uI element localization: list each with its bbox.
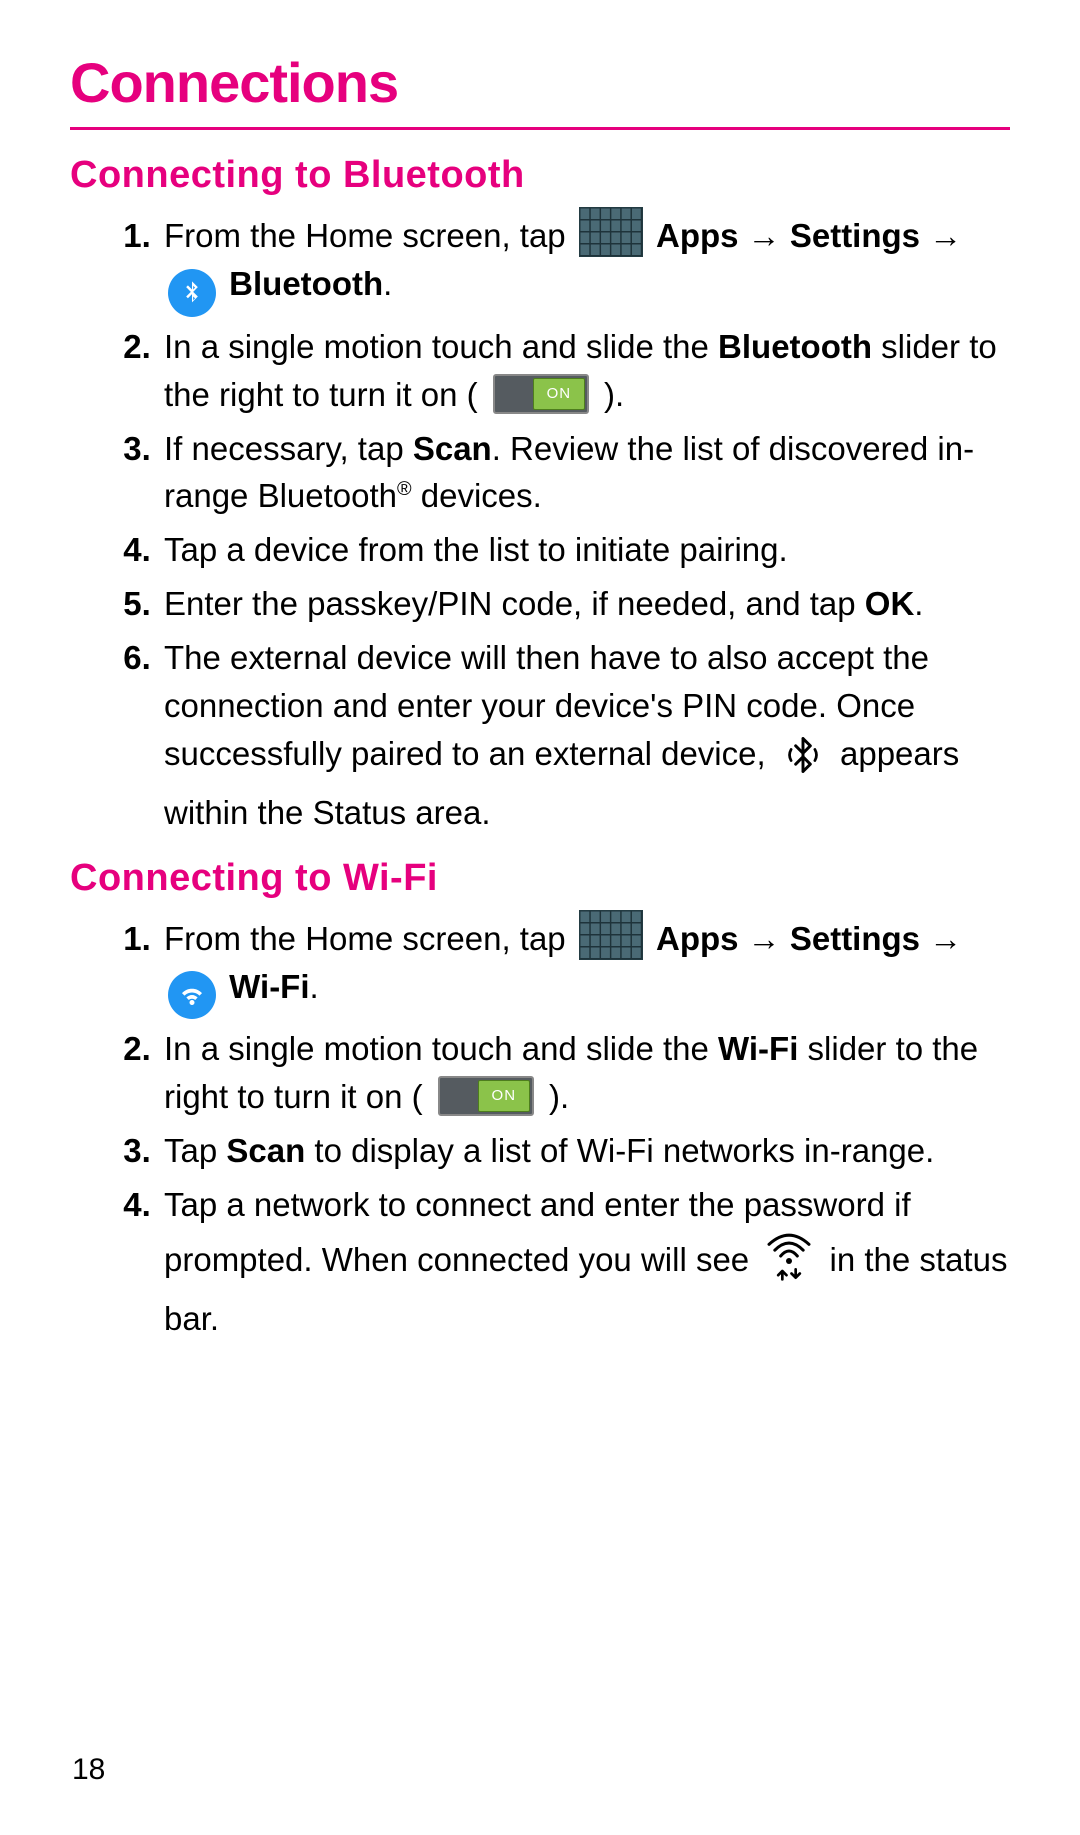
- bluetooth-label: Bluetooth: [229, 265, 383, 302]
- text: devices.: [412, 477, 542, 514]
- wifi-label: Wi-Fi: [229, 968, 309, 1005]
- apps-grid-icon: [579, 910, 643, 960]
- toggle-knob: ON: [533, 378, 585, 410]
- bt-step-3: If necessary, tap Scan. Review the list …: [160, 425, 1010, 521]
- wifi-icon: [168, 971, 216, 1019]
- bt-step-4: Tap a device from the list to initiate p…: [160, 526, 1010, 574]
- bold-text: Wi-Fi: [718, 1030, 798, 1067]
- arrow-icon: →: [748, 920, 790, 957]
- text: ).: [604, 376, 624, 413]
- apps-label: Apps: [656, 217, 739, 254]
- toggle-on-icon: ON: [438, 1076, 534, 1116]
- apps-label: Apps: [656, 920, 739, 957]
- text: ).: [549, 1078, 569, 1115]
- arrow-icon: →: [748, 217, 790, 254]
- bluetooth-paired-status-icon: [781, 733, 825, 790]
- arrow-icon: →: [929, 920, 962, 957]
- bold-text: Bluetooth: [718, 328, 872, 365]
- wifi-connected-status-icon: [764, 1229, 814, 1296]
- wifi-step-1: From the Home screen, tap Apps → Setting…: [160, 910, 1010, 1019]
- text: In a single motion touch and slide the: [164, 328, 718, 365]
- wifi-step-4: Tap a network to connect and enter the p…: [160, 1181, 1010, 1344]
- apps-grid-icon: [579, 207, 643, 257]
- bold-text: Scan: [413, 430, 492, 467]
- text: Tap: [164, 1132, 226, 1169]
- section-heading-wifi: Connecting to Wi-Fi: [70, 857, 1010, 900]
- title-divider: [70, 127, 1010, 130]
- steps-bluetooth: From the Home screen, tap Apps → Setting…: [70, 207, 1010, 837]
- steps-wifi: From the Home screen, tap Apps → Setting…: [70, 910, 1010, 1343]
- toggle-on-icon: ON: [493, 374, 589, 414]
- bt-step-1: From the Home screen, tap Apps → Setting…: [160, 207, 1010, 317]
- bt-step-6: The external device will then have to al…: [160, 634, 1010, 837]
- text: .: [914, 585, 923, 622]
- bluetooth-icon: [168, 269, 216, 317]
- bold-text: OK: [865, 585, 915, 622]
- bt-step-5: Enter the passkey/PIN code, if needed, a…: [160, 580, 1010, 628]
- arrow-icon: →: [929, 217, 962, 254]
- toggle-knob: ON: [478, 1080, 530, 1112]
- period: .: [310, 968, 319, 1005]
- bt-step-2: In a single motion touch and slide the B…: [160, 323, 1010, 419]
- settings-label: Settings: [790, 920, 920, 957]
- text: In a single motion touch and slide the: [164, 1030, 718, 1067]
- section-heading-bluetooth: Connecting to Bluetooth: [70, 154, 1010, 197]
- settings-label: Settings: [790, 217, 920, 254]
- text: From the Home screen, tap: [164, 920, 575, 957]
- page-number: 18: [72, 1753, 105, 1787]
- wifi-step-3: Tap Scan to display a list of Wi-Fi netw…: [160, 1127, 1010, 1175]
- period: .: [383, 265, 392, 302]
- page-title: Connections: [70, 50, 1010, 115]
- registered-mark: ®: [397, 478, 412, 500]
- text: From the Home screen, tap: [164, 217, 575, 254]
- bold-text: Scan: [226, 1132, 305, 1169]
- text: Enter the passkey/PIN code, if needed, a…: [164, 585, 865, 622]
- text: to display a list of Wi-Fi networks in-r…: [305, 1132, 934, 1169]
- wifi-step-2: In a single motion touch and slide the W…: [160, 1025, 1010, 1121]
- text: If necessary, tap: [164, 430, 413, 467]
